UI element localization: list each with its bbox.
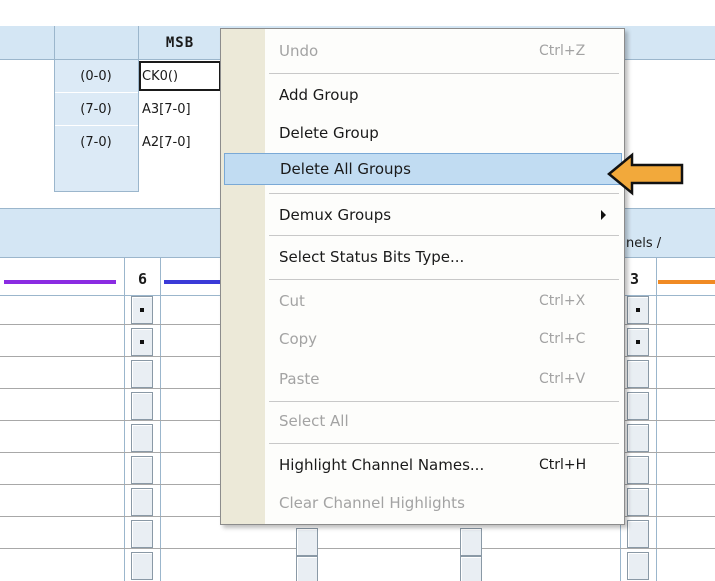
orange-left-arrow-icon xyxy=(607,152,684,196)
menu-item-delete-group[interactable]: Delete Group xyxy=(221,117,624,149)
status-bit-cell[interactable] xyxy=(131,456,153,484)
menu-item-undo[interactable]: Undo Ctrl+Z xyxy=(221,35,624,67)
column-divider xyxy=(54,26,55,192)
menu-item-label: Cut xyxy=(279,292,305,310)
status-bit-cell[interactable] xyxy=(131,360,153,388)
menu-item-shortcut: Ctrl+X xyxy=(539,293,586,309)
menu-item-label: Clear Channel Highlights xyxy=(279,494,465,512)
status-bit-cell[interactable] xyxy=(131,328,153,356)
menu-item-label: Undo xyxy=(279,42,319,60)
channel-group-line xyxy=(658,280,715,284)
menu-item-shortcut: Ctrl+H xyxy=(539,457,587,473)
submenu-arrow-icon xyxy=(601,210,606,220)
status-bit-cell[interactable] xyxy=(627,456,649,484)
group-name-cell[interactable]: A3[7-0] xyxy=(138,93,222,125)
channel-number: 6 xyxy=(138,270,148,288)
status-bit-cell[interactable] xyxy=(627,520,649,548)
menu-item-label: Highlight Channel Names... xyxy=(279,456,485,474)
menu-item-paste[interactable]: Paste Ctrl+V xyxy=(221,363,624,395)
status-bit-cell[interactable] xyxy=(460,528,482,556)
context-menu: Undo Ctrl+Z Add Group Delete Group Delet… xyxy=(220,28,625,525)
group-row-gutter xyxy=(0,93,54,125)
menu-item-label: Copy xyxy=(279,330,318,348)
menu-item-shortcut: Ctrl+Z xyxy=(539,43,586,59)
channel-group-line xyxy=(4,280,116,284)
status-bit-cell[interactable] xyxy=(460,556,482,581)
menu-item-clear-channel-highlights[interactable]: Clear Channel Highlights xyxy=(221,487,624,519)
menu-separator xyxy=(269,279,619,280)
status-bit-cell[interactable] xyxy=(131,296,153,324)
group-name-cell[interactable]: A2[7-0] xyxy=(138,126,222,158)
group-range-cell: (0-0) xyxy=(54,60,138,92)
menu-item-label: Paste xyxy=(279,370,320,388)
group-range-cell: (7-0) xyxy=(54,126,138,158)
menu-item-label: Demux Groups xyxy=(279,206,392,224)
menu-separator xyxy=(269,73,619,74)
menu-item-cut[interactable]: Cut Ctrl+X xyxy=(221,285,624,317)
status-bit-cell[interactable] xyxy=(296,528,318,556)
status-bit-cell[interactable] xyxy=(627,360,649,388)
menu-separator xyxy=(269,401,619,402)
group-name-cell[interactable]: CK0() xyxy=(138,60,222,92)
status-bit-cell[interactable] xyxy=(131,392,153,420)
menu-item-shortcut: Ctrl+C xyxy=(539,331,586,347)
menu-item-demux-groups[interactable]: Demux Groups xyxy=(221,199,624,231)
menu-separator xyxy=(269,443,619,444)
menu-item-add-group[interactable]: Add Group xyxy=(221,79,624,111)
menu-item-highlight-channel-names[interactable]: Highlight Channel Names... Ctrl+H xyxy=(221,449,624,481)
menu-item-label: Delete All Groups xyxy=(280,160,411,178)
menu-separator xyxy=(269,235,619,236)
group-range-cell: (7-0) xyxy=(54,93,138,125)
status-bit-cell[interactable] xyxy=(627,296,649,324)
group-row-gutter xyxy=(0,60,54,92)
group-row-gutter xyxy=(0,126,54,158)
channel-number: 3 xyxy=(630,270,640,288)
status-bit-cell[interactable] xyxy=(627,552,649,580)
menu-item-label: Select All xyxy=(279,412,349,430)
channel-group-line xyxy=(164,280,220,284)
menu-item-label: Select Status Bits Type... xyxy=(279,248,465,266)
top-band xyxy=(0,0,715,26)
menu-item-select-status-bits-type[interactable]: Select Status Bits Type... xyxy=(221,241,624,273)
status-bit-cell[interactable] xyxy=(627,328,649,356)
column-divider xyxy=(138,26,139,192)
menu-item-select-all[interactable]: Select All xyxy=(221,405,624,437)
menu-item-label: Add Group xyxy=(279,86,359,104)
menu-item-shortcut: Ctrl+V xyxy=(539,371,586,387)
status-bit-cell[interactable] xyxy=(627,424,649,452)
menu-item-label: Delete Group xyxy=(279,124,379,142)
menu-item-copy[interactable]: Copy Ctrl+C xyxy=(221,323,624,355)
msb-column-header: MSB xyxy=(165,35,195,51)
status-bit-cell[interactable] xyxy=(627,488,649,516)
group-empty-cell[interactable] xyxy=(54,158,138,192)
channels-label: nels / xyxy=(626,236,662,251)
menu-item-delete-all-groups[interactable]: Delete All Groups xyxy=(224,153,622,185)
status-bit-cell[interactable] xyxy=(131,520,153,548)
status-bit-cell[interactable] xyxy=(131,552,153,580)
row-line xyxy=(0,548,715,549)
status-bit-cell[interactable] xyxy=(296,556,318,581)
status-bit-cell[interactable] xyxy=(627,392,649,420)
menu-separator xyxy=(269,193,619,194)
status-bit-cell[interactable] xyxy=(131,488,153,516)
status-bit-cell[interactable] xyxy=(131,424,153,452)
